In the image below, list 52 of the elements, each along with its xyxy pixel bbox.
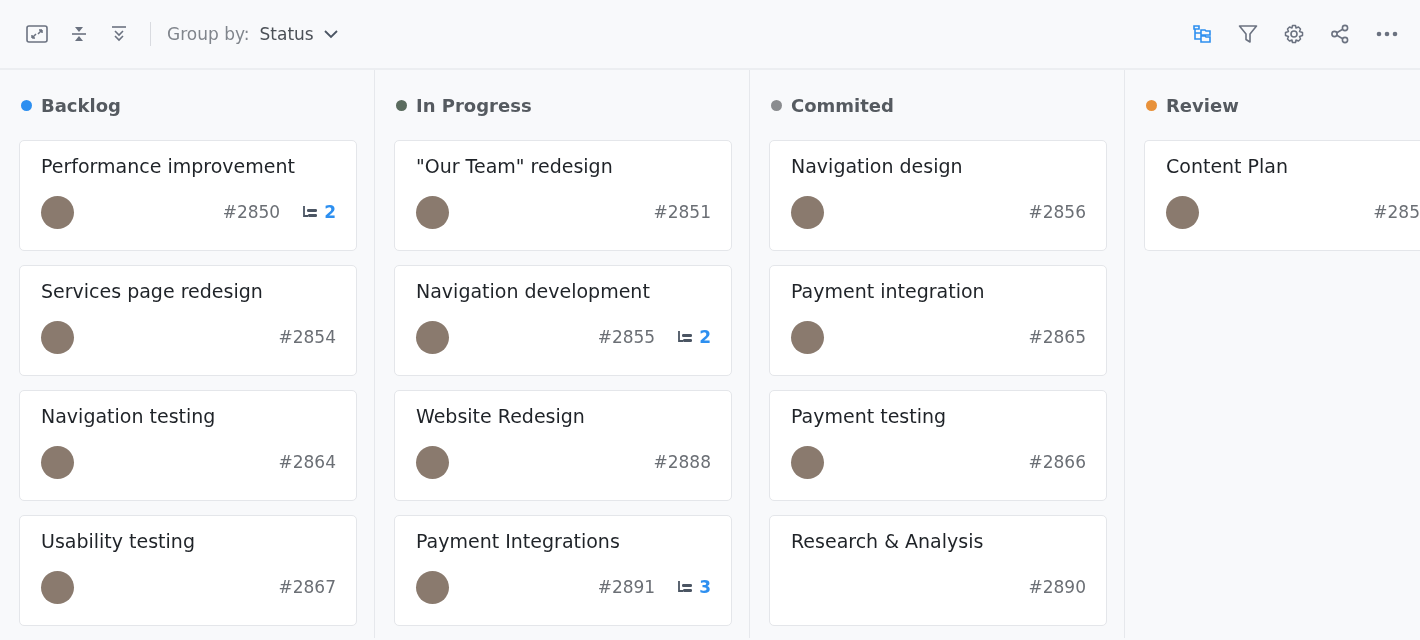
subtasks-icon — [302, 205, 319, 219]
card-title: Services page redesign — [41, 280, 264, 302]
task-card[interactable]: Research & Analysis #2890 — [769, 515, 1107, 626]
card-title: Performance improvement — [41, 155, 296, 177]
task-card[interactable]: Navigation development #2855 2 — [394, 265, 732, 376]
card-title: Payment testing — [791, 405, 948, 427]
subtask-count: 2 — [699, 327, 711, 347]
card-title: Payment Integrations — [416, 530, 621, 552]
task-card[interactable]: Payment integration #2865 — [769, 265, 1107, 376]
card-title: Navigation development — [416, 280, 651, 302]
column-title: In Progress — [416, 94, 532, 116]
task-id: #2855 — [597, 327, 656, 347]
task-card[interactable]: Payment testing #2866 — [769, 390, 1107, 501]
group-by-label: Group by: — [167, 24, 250, 44]
task-card[interactable]: Website Redesign #2888 — [394, 390, 732, 501]
card-title: Content Plan — [1166, 155, 1290, 177]
card-title: Navigation design — [791, 155, 964, 177]
task-card[interactable]: Performance improvement #2850 2 — [19, 140, 357, 251]
card-title: Payment integration — [791, 280, 986, 302]
subtasks-icon — [677, 330, 694, 344]
task-card[interactable]: Navigation design #2856 — [769, 140, 1107, 251]
task-id: #2854 — [278, 327, 336, 347]
task-id: #2850 — [222, 202, 281, 222]
task-id: #285 — [1373, 202, 1420, 222]
task-card[interactable]: Navigation testing #2864 — [19, 390, 357, 501]
task-id: #2866 — [1028, 452, 1086, 472]
chevron-down-icon — [323, 29, 338, 39]
subtasks-icon — [677, 580, 694, 594]
card-title: Research & Analysis — [791, 530, 985, 552]
column-title: Commited — [791, 94, 894, 116]
column-title: Review — [1166, 94, 1239, 116]
subtask-count: 2 — [324, 202, 336, 222]
task-card[interactable]: Payment Integrations #2891 3 — [394, 515, 732, 626]
task-card[interactable]: Services page redesign #2854 — [19, 265, 357, 376]
card-title: Navigation testing — [41, 405, 217, 427]
task-id: #2888 — [653, 452, 711, 472]
subtask-count: 3 — [699, 577, 711, 597]
task-card[interactable]: Content Plan #285 — [1144, 140, 1420, 251]
task-id: #2856 — [1028, 202, 1086, 222]
task-id: #2865 — [1028, 327, 1086, 347]
task-id: #2851 — [653, 202, 711, 222]
task-card[interactable]: Usability testing #2867 — [19, 515, 357, 626]
task-id: #2864 — [278, 452, 336, 472]
task-id: #2867 — [278, 577, 336, 597]
group-by-dropdown[interactable]: Status — [259, 24, 338, 44]
card-title: "Our Team" redesign — [416, 155, 614, 177]
task-card[interactable]: "Our Team" redesign #2851 — [394, 140, 732, 251]
column-title: Backlog — [41, 94, 121, 116]
task-id: #2891 — [597, 577, 656, 597]
task-id: #2890 — [1028, 577, 1086, 597]
card-title: Usability testing — [41, 530, 196, 552]
card-title: Website Redesign — [416, 405, 586, 427]
